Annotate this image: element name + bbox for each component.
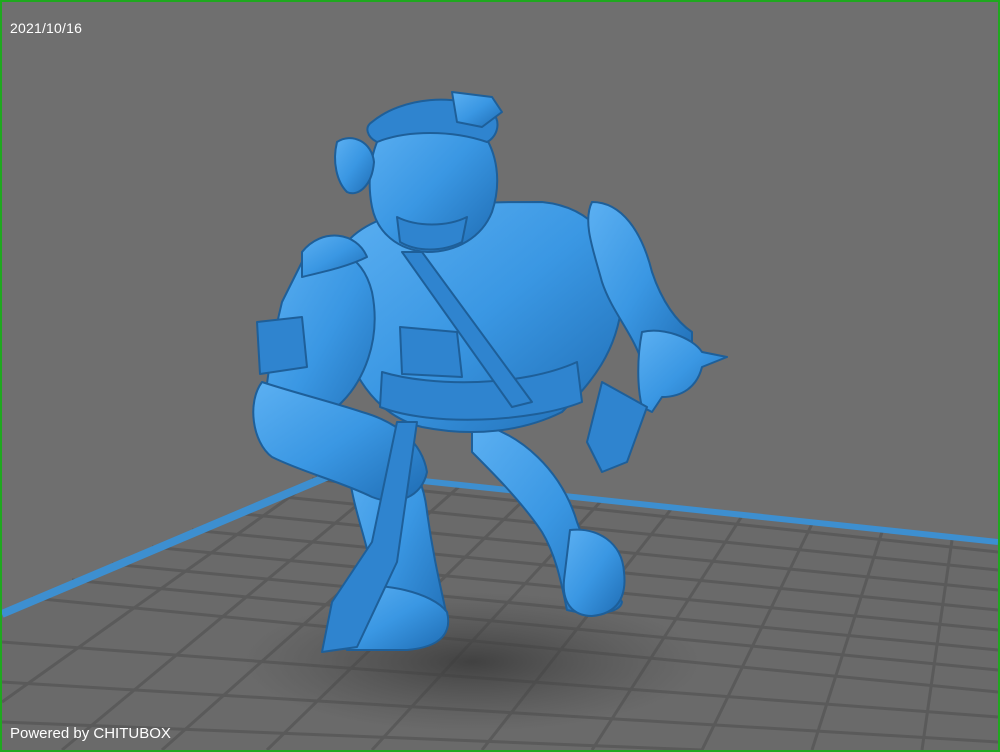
- 3d-scene[interactable]: [2, 2, 998, 750]
- date-label: 2021/10/16: [10, 20, 83, 36]
- print-preview-viewport[interactable]: 2021/10/16 Powered by CHITUBOX: [0, 0, 1000, 752]
- model-shadow: [242, 592, 702, 732]
- watermark-text: Powered by CHITUBOX: [10, 725, 171, 742]
